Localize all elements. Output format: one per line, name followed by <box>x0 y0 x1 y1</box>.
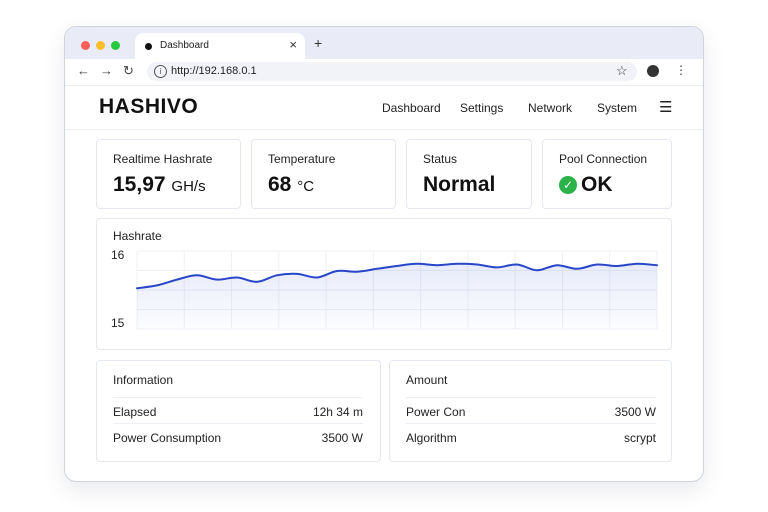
stat-card-temperature: Temperature 68 °C <box>251 139 396 209</box>
info-row-value: 3500 W <box>321 431 363 445</box>
stat-card-status: Status Normal <box>406 139 532 209</box>
amount-row: Power Con 3500 W <box>406 397 656 424</box>
info-row: Elapsed 12h 34 m <box>113 397 363 424</box>
maximize-window-button[interactable] <box>111 41 120 50</box>
account-icon[interactable] <box>647 65 659 77</box>
amount-row: Algorithm scrypt <box>406 423 656 450</box>
hashrate-area <box>137 263 657 329</box>
close-window-button[interactable] <box>81 41 90 50</box>
info-row: Power Consumption 3500 W <box>113 423 363 450</box>
amount-title: Amount <box>406 373 448 387</box>
stat-value: ✓ OK <box>559 173 613 197</box>
stat-value: 68 °C <box>268 173 315 196</box>
nav-network[interactable]: Network <box>528 101 572 115</box>
stat-unit: GH/s <box>171 178 206 195</box>
amount-card: Amount Power Con 3500 W Algorithm scrypt <box>389 360 672 462</box>
nav-settings[interactable]: Settings <box>460 101 503 115</box>
stat-label: Realtime Hashrate <box>113 152 213 166</box>
amount-row-value: 3500 W <box>614 405 656 419</box>
favicon-icon <box>145 43 152 50</box>
stat-card-pool-connection: Pool Connection ✓ OK <box>542 139 672 209</box>
y-tick-label: 16 <box>111 248 125 262</box>
info-row-label: Power Consumption <box>113 431 222 445</box>
information-card: Information Elapsed 12h 34 m Power Consu… <box>96 360 381 462</box>
hashrate-chart-card: Hashrate 16 15 <box>96 218 672 350</box>
info-row-value: 12h 34 m <box>312 405 363 419</box>
bookmark-star-icon[interactable]: ☆ <box>616 63 628 79</box>
hashrate-chart: 16 15 <box>111 248 658 330</box>
url-input[interactable]: i http://192.168.0.1 <box>147 62 637 81</box>
forward-arrow-icon[interactable]: → <box>100 63 113 78</box>
back-arrow-icon[interactable]: ← <box>77 63 90 78</box>
stat-label: Pool Connection <box>559 152 648 166</box>
nav-system[interactable]: System <box>597 101 637 115</box>
info-row-label: Elapsed <box>113 405 157 419</box>
browser-window: Dashboard × + ← → ↻ i http://192.168.0.1… <box>64 26 704 482</box>
stat-label: Temperature <box>268 152 336 166</box>
y-tick-label: 15 <box>111 316 125 330</box>
new-tab-icon[interactable]: + <box>314 35 322 51</box>
stat-unit: °C <box>297 178 315 195</box>
nav-dashboard[interactable]: Dashboard <box>382 101 441 115</box>
stat-card-hashrate: Realtime Hashrate 15,97 GH/s <box>96 139 241 209</box>
minimize-window-button[interactable] <box>96 41 105 50</box>
tab-title: Dashboard <box>160 40 209 51</box>
information-title: Information <box>113 373 174 387</box>
tab-dashboard[interactable]: Dashboard × <box>135 33 305 59</box>
stat-label: Status <box>423 152 458 166</box>
url-text[interactable]: http://192.168.0.1 <box>171 65 257 77</box>
check-circle-icon: ✓ <box>559 176 577 194</box>
tab-bar: Dashboard × + <box>65 27 703 59</box>
stat-value: Normal <box>423 173 496 196</box>
site-info-icon[interactable]: i <box>154 65 167 78</box>
close-tab-icon[interactable]: × <box>289 37 297 52</box>
hamburger-menu-icon[interactable]: ☰ <box>659 98 672 116</box>
amount-row-label: Algorithm <box>406 431 457 445</box>
amount-row-value: scrypt <box>623 431 656 445</box>
app-header: HASHIVO Dashboard Settings Network Syste… <box>65 85 703 130</box>
address-bar: ← → ↻ i http://192.168.0.1 ☆ ⋮ <box>65 59 703 86</box>
reload-icon[interactable]: ↻ <box>123 63 134 79</box>
browser-menu-icon[interactable]: ⋮ <box>675 63 687 77</box>
stat-value: 15,97 GH/s <box>113 173 206 196</box>
app-logo[interactable]: HASHIVO <box>99 95 198 119</box>
amount-row-label: Power Con <box>406 405 466 419</box>
